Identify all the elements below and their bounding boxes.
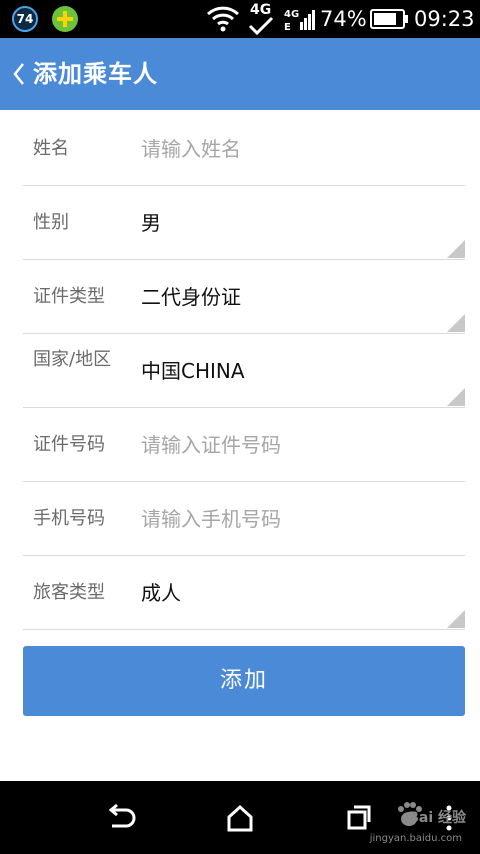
status-bar: 74 4G 4G E 74% 09:23 bbox=[0, 0, 480, 38]
watermark-logo-text: Bai 经验 bbox=[408, 810, 466, 826]
phone-label: 手机号码 bbox=[33, 508, 105, 529]
name-label: 姓名 bbox=[33, 138, 69, 159]
wifi-icon bbox=[206, 6, 240, 32]
svg-text:4G: 4G bbox=[284, 9, 299, 20]
phone-row: 手机号码 bbox=[23, 482, 465, 556]
dropdown-corner-icon bbox=[447, 610, 465, 628]
country-value: 中国CHINA bbox=[141, 359, 245, 383]
passenger-form: 姓名 性别 男 证件类型 二代身份证 国家/地区 中国CHINA 证件号码 手机… bbox=[23, 112, 465, 630]
status-time: 09:23 bbox=[414, 7, 475, 31]
dropdown-corner-icon bbox=[447, 240, 465, 258]
plus-app-icon bbox=[52, 6, 78, 32]
name-row: 姓名 bbox=[23, 112, 465, 186]
dropdown-corner-icon bbox=[447, 388, 465, 406]
back-nav-icon[interactable] bbox=[104, 803, 136, 833]
page-title: 添加乘车人 bbox=[33, 60, 158, 88]
battery-percent: 74% bbox=[320, 7, 367, 31]
country-label: 国家/地区 bbox=[33, 349, 112, 370]
battery-icon bbox=[370, 9, 408, 29]
id-type-select[interactable]: 证件类型 二代身份证 bbox=[23, 260, 465, 334]
name-input[interactable] bbox=[141, 137, 441, 161]
phone-input[interactable] bbox=[141, 507, 441, 531]
app-header: 添加乘车人 bbox=[0, 38, 480, 110]
svg-text:E: E bbox=[284, 22, 291, 33]
id-number-label: 证件号码 bbox=[33, 434, 105, 455]
notification-count-badge: 74 bbox=[12, 6, 38, 32]
cell-signal-icon: 4G E bbox=[284, 9, 315, 33]
passenger-type-value: 成人 bbox=[141, 581, 181, 605]
passenger-type-select[interactable]: 旅客类型 成人 bbox=[23, 556, 465, 630]
gender-value: 男 bbox=[141, 211, 161, 235]
gender-select[interactable]: 性别 男 bbox=[23, 186, 465, 260]
id-type-value: 二代身份证 bbox=[141, 285, 241, 309]
system-nav-bar: Bai 经验 jingyan.baidu.com bbox=[0, 781, 480, 854]
id-number-row: 证件号码 bbox=[23, 408, 465, 482]
4g-signal-icon: 4G bbox=[248, 2, 276, 36]
id-type-label: 证件类型 bbox=[33, 286, 105, 307]
home-nav-icon[interactable] bbox=[226, 803, 254, 833]
watermark-url: jingyan.baidu.com bbox=[369, 833, 462, 844]
passenger-type-label: 旅客类型 bbox=[33, 582, 105, 603]
country-select[interactable]: 国家/地区 中国CHINA bbox=[23, 334, 465, 408]
add-button[interactable]: 添加 bbox=[23, 646, 465, 716]
recent-apps-icon[interactable] bbox=[346, 803, 372, 833]
id-number-input[interactable] bbox=[141, 433, 441, 457]
dropdown-corner-icon bbox=[447, 314, 465, 332]
gender-label: 性别 bbox=[33, 212, 69, 233]
chevron-left-icon[interactable] bbox=[12, 62, 26, 86]
